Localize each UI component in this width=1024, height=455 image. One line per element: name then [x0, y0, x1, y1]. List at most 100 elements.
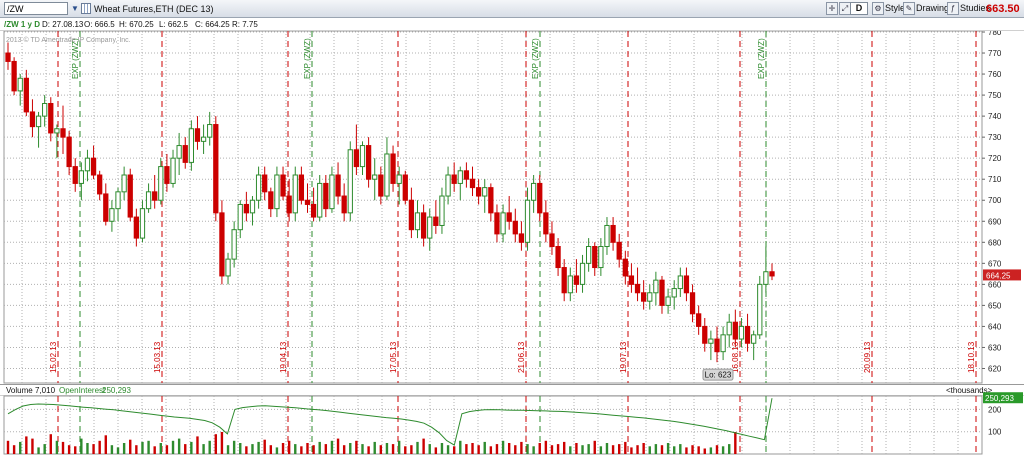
candle-body	[659, 279, 665, 306]
volume-bar	[177, 438, 181, 454]
volume-bar	[92, 444, 95, 454]
volume-bar	[599, 446, 603, 454]
volume-bar	[342, 445, 346, 454]
candle-body	[170, 157, 176, 184]
candle-body	[414, 212, 421, 231]
volume-bar	[514, 445, 517, 454]
candle-body	[188, 128, 194, 163]
volume-bar	[416, 441, 419, 454]
volume-bar	[31, 438, 34, 454]
volume-bar	[294, 444, 297, 454]
volume-bar	[86, 443, 89, 454]
volume-bar	[489, 446, 493, 454]
candle-body	[274, 174, 280, 210]
volume-bar	[281, 443, 285, 454]
candle-body	[145, 191, 152, 210]
price-tick-label: 640	[988, 322, 1002, 331]
candle-body	[78, 170, 84, 184]
volume-tick-label: 200	[988, 405, 1002, 414]
price-tick-label: 720	[988, 154, 1002, 163]
chart-title[interactable]: /ZW 1 y D	[4, 20, 40, 29]
volume-bar	[648, 446, 651, 454]
date-label: 19.04.13	[279, 341, 288, 373]
candle-body	[598, 246, 604, 269]
candle-body	[683, 275, 690, 294]
candle-body	[390, 153, 396, 184]
volume-bar	[611, 445, 615, 454]
info-close: C: 664.25	[195, 20, 230, 29]
volume-chart[interactable]: 200 100 250,293	[0, 384, 1024, 455]
volume-bar	[471, 443, 474, 454]
crosshair-icon[interactable]: ✛	[826, 2, 838, 15]
volume-bar	[605, 443, 609, 454]
price-tick-label: 630	[988, 343, 1002, 352]
volume-bar	[538, 443, 541, 454]
candle-body	[347, 149, 353, 214]
volume-bar	[703, 448, 706, 454]
style-icon[interactable]: ⚙	[872, 2, 884, 15]
style-button[interactable]: Style	[885, 2, 905, 15]
volume-bar	[74, 446, 77, 454]
candle-body	[372, 174, 378, 180]
candle-body	[231, 229, 237, 260]
candle-body	[518, 233, 525, 243]
candle-body	[604, 224, 610, 248]
symbol-input[interactable]	[4, 2, 68, 15]
candle-body	[200, 136, 207, 142]
candle-body	[628, 275, 635, 285]
candle-body	[48, 103, 54, 134]
volume-bar	[526, 444, 529, 454]
symbol-dropdown-icon[interactable]: ▼	[70, 3, 80, 14]
volume-bar	[19, 441, 22, 454]
volume-bar	[312, 445, 315, 454]
volume-bar	[67, 445, 71, 454]
price-chart[interactable]: 15.02.13 15.03.13 19.04.13 17.05.13 21.06.13…	[0, 31, 1024, 384]
candle-body	[451, 174, 457, 184]
volume-bar	[587, 444, 590, 454]
candle-body	[219, 212, 225, 277]
candle-body	[176, 145, 182, 159]
candle-body	[592, 246, 598, 269]
price-tick-label: 780	[988, 31, 1002, 37]
drawings-icon[interactable]: ✎	[903, 2, 915, 15]
candle-body	[54, 128, 60, 134]
candle-body	[537, 182, 543, 214]
volume-bar	[440, 443, 444, 454]
volume-bar	[397, 440, 401, 454]
volume-bar	[636, 445, 639, 454]
candle-body	[543, 212, 549, 235]
volume-bar	[550, 445, 554, 454]
copyright-text: 2013 © TD Ameritrade IP Company, Inc.	[6, 36, 131, 44]
studies-icon[interactable]: ƒ	[947, 2, 959, 15]
volume-axis[interactable]: 200 100 250,293	[983, 392, 1023, 437]
price-axis[interactable]: 7807707607507407307207107006906806706606…	[982, 31, 1021, 373]
candle-body	[182, 145, 188, 163]
price-tick-label: 620	[988, 364, 1002, 373]
price-tick-label: 730	[988, 133, 1002, 142]
volume-bar	[452, 446, 456, 454]
price-tick-label: 650	[988, 301, 1002, 310]
price-tick-label: 750	[988, 91, 1002, 100]
volume-bar	[556, 444, 560, 454]
candle-body	[616, 241, 622, 260]
volume-bar	[324, 444, 328, 454]
candle-body	[268, 191, 274, 210]
volume-bar	[581, 445, 584, 454]
candle-body	[622, 258, 628, 277]
candle-body	[115, 191, 121, 210]
volume-bar	[141, 441, 144, 454]
candle-body	[500, 212, 506, 235]
volume-bar	[532, 446, 535, 454]
volume-bar	[12, 445, 16, 454]
candle-body	[158, 166, 164, 201]
candle-body	[66, 136, 72, 168]
volume-bar	[367, 446, 370, 454]
candle-body	[763, 271, 769, 285]
candle-body	[109, 208, 115, 222]
symbol-table-icon[interactable]	[81, 3, 91, 14]
aggregation-button[interactable]: D	[850, 2, 868, 15]
oi-tag-label: 250,293	[985, 394, 1014, 403]
candle-body	[90, 157, 97, 176]
volume-bar	[110, 445, 114, 454]
expiration-label: EXP (ZWZ)	[303, 38, 312, 79]
